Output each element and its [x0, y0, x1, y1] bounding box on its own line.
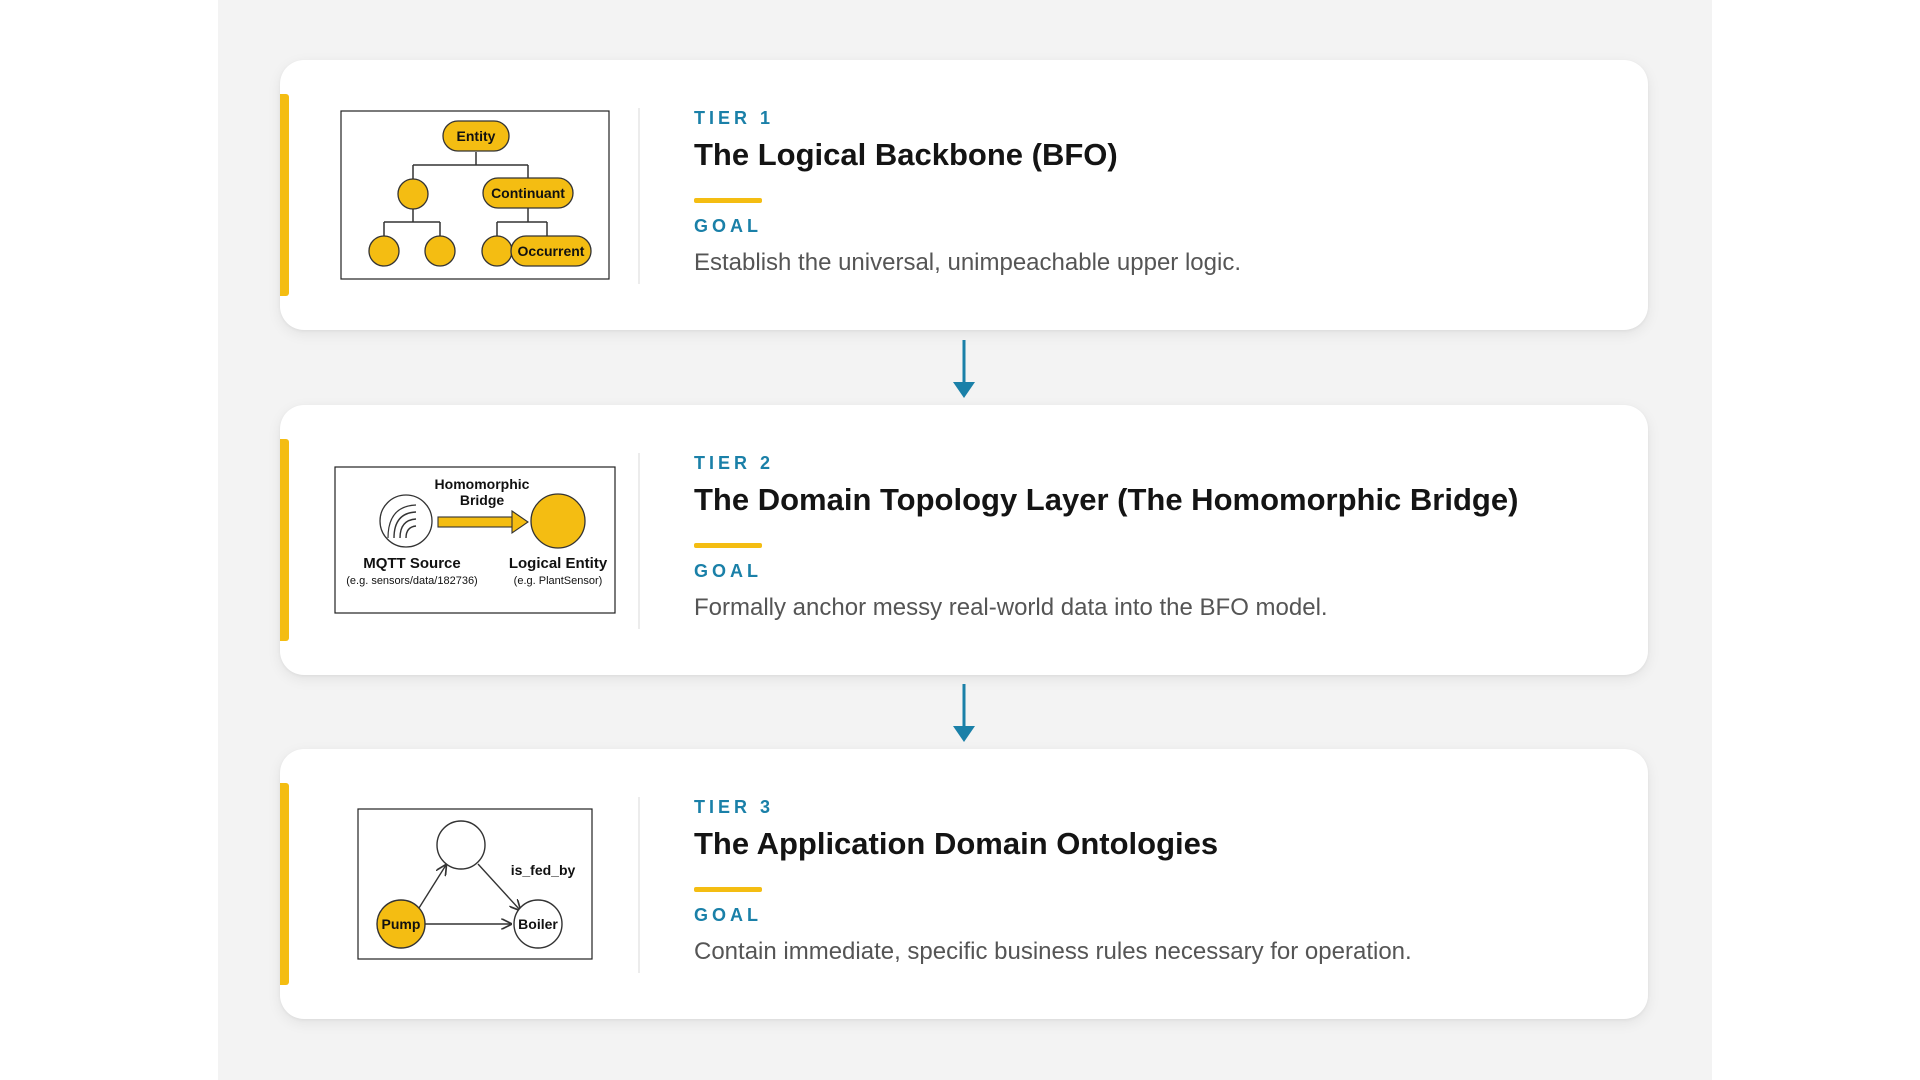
arrow-down-icon	[953, 684, 975, 742]
tier-1-card: Entity Continuant Occurrent TIER 1 The L…	[280, 60, 1648, 330]
occurrent-node-label: Occurrent	[518, 243, 585, 259]
graph-node-empty	[436, 820, 486, 870]
ontology-tree-diagram: Entity Continuant Occurrent	[340, 110, 610, 280]
tier-3-illustration: is_fed_by Pump Boiler	[330, 791, 620, 977]
node-entity: Entity	[442, 120, 510, 152]
tier-2-illustration: Homomorphic Bridge MQTT Source (e.g. sen…	[330, 447, 620, 633]
title-underline	[694, 543, 762, 548]
node-pump: Pump	[376, 899, 426, 949]
tier-label: TIER 1	[694, 108, 775, 128]
bridge-label-line1: Homomorphic	[435, 476, 530, 492]
tier-title: The Domain Topology Layer (The Homomorph…	[694, 482, 1519, 517]
goal-label: GOAL	[694, 216, 762, 236]
tier-2-card: Homomorphic Bridge MQTT Source (e.g. sen…	[280, 405, 1648, 675]
pump-label: Pump	[382, 916, 421, 932]
card-divider	[638, 453, 640, 629]
edge-label: is_fed_by	[511, 862, 576, 878]
tier-label: TIER 2	[694, 453, 775, 473]
logical-entity-node	[530, 493, 586, 549]
bridge-label-line2: Bridge	[460, 492, 505, 508]
node-boiler: Boiler	[513, 899, 563, 949]
tier-label: TIER 3	[694, 797, 775, 817]
boiler-label: Boiler	[518, 916, 558, 932]
accent-bar	[280, 439, 289, 641]
target-label: Logical Entity	[509, 555, 608, 572]
card-divider	[638, 108, 640, 284]
tree-node-circle	[368, 235, 400, 267]
target-example: (e.g. PlantSensor)	[514, 575, 603, 587]
tier-title: The Application Domain Ontologies	[694, 826, 1219, 861]
tree-node-circle	[424, 235, 456, 267]
goal-label: GOAL	[694, 561, 762, 581]
tree-node-circle	[397, 178, 429, 210]
tier-1-text: TIER 1 The Logical Backbone (BFO) GOAL E…	[694, 108, 1608, 277]
goal-description: Formally anchor messy real-world data in…	[694, 594, 1328, 621]
node-occurrent: Occurrent	[510, 235, 592, 267]
goal-description: Contain immediate, specific business rul…	[694, 938, 1412, 965]
card-divider	[638, 797, 640, 973]
title-underline	[694, 198, 762, 203]
tier-title: The Logical Backbone (BFO)	[694, 137, 1118, 172]
goal-label: GOAL	[694, 905, 762, 925]
accent-bar	[280, 94, 289, 296]
signal-waves-icon	[379, 494, 433, 548]
tree-node-circle	[481, 235, 513, 267]
continuant-node-label: Continuant	[491, 185, 565, 201]
arrow-down-icon	[953, 340, 975, 398]
accent-bar	[280, 783, 289, 985]
source-label: MQTT Source	[363, 555, 461, 572]
title-underline	[694, 887, 762, 892]
tier-3-card: is_fed_by Pump Boiler TIER 3 The Applica…	[280, 749, 1648, 1019]
tier-2-text: TIER 2 The Domain Topology Layer (The Ho…	[694, 453, 1608, 622]
homomorphic-bridge-diagram: Homomorphic Bridge MQTT Source (e.g. sen…	[334, 466, 616, 614]
entity-node-label: Entity	[457, 128, 496, 144]
node-continuant: Continuant	[482, 177, 574, 209]
goal-description: Establish the universal, unimpeachable u…	[694, 249, 1241, 276]
application-graph-diagram: is_fed_by Pump Boiler	[357, 808, 593, 960]
tier-1-illustration: Entity Continuant Occurrent	[330, 102, 620, 288]
source-example: (e.g. sensors/data/182736)	[346, 575, 477, 587]
tier-3-text: TIER 3 The Application Domain Ontologies…	[694, 797, 1608, 966]
